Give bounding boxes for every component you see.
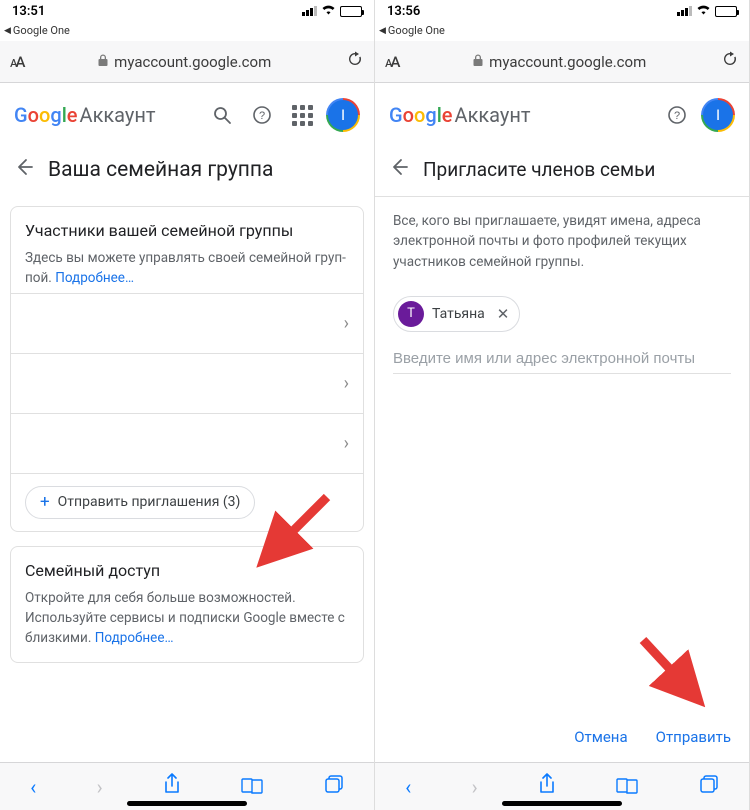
phone-right: 13:56 ◀ Google One ᴀA myaccount.google.c… xyxy=(375,0,750,810)
back-button[interactable] xyxy=(389,157,409,182)
nav-back-icon[interactable]: ‹ xyxy=(30,775,36,799)
status-right xyxy=(302,4,362,19)
tabs-icon[interactable] xyxy=(324,774,344,799)
card-desc: Здесь вы можете управлять своей семейной… xyxy=(25,248,349,289)
send-invitations-button[interactable]: + Отправить приглашения (3) xyxy=(25,486,255,519)
breadcrumb-label: Google One xyxy=(388,24,445,37)
contact-chip: Т Татьяна ✕ xyxy=(393,296,520,332)
plus-icon: + xyxy=(40,494,50,511)
page-title-row: Пригласите членов семьи xyxy=(375,147,749,197)
search-icon[interactable] xyxy=(206,99,238,131)
url-bar: ᴀA myaccount.google.com xyxy=(375,41,749,83)
reload-icon[interactable] xyxy=(721,50,739,73)
card-head: Семейный доступ Откройте для себя больше… xyxy=(11,547,363,663)
contact-name: Татьяна xyxy=(432,306,485,322)
chevron-right-icon: › xyxy=(344,313,349,334)
send-button[interactable]: Отправить xyxy=(656,728,731,746)
signal-icon xyxy=(677,6,692,16)
invite-body: Все, кого вы приглашаете, увидят имена, … xyxy=(375,197,749,762)
bookmarks-icon[interactable] xyxy=(241,775,263,799)
member-row[interactable]: › xyxy=(11,353,363,413)
cancel-button[interactable]: Отмена xyxy=(574,728,627,746)
url-display[interactable]: myaccount.google.com xyxy=(33,53,336,71)
status-bar: 13:56 xyxy=(375,0,749,22)
url-bar: ᴀA myaccount.google.com xyxy=(0,41,374,83)
page-title-row: Ваша семейная группа xyxy=(0,147,374,200)
status-time: 13:56 xyxy=(387,4,420,19)
google-header: Google Аккаунт ? I xyxy=(0,83,374,147)
avatar-initial: I xyxy=(328,100,358,130)
invite-row: + Отправить приглашения (3) xyxy=(11,473,363,531)
help-icon[interactable]: ? xyxy=(246,99,278,131)
wifi-icon xyxy=(321,4,336,19)
member-row[interactable]: › xyxy=(11,413,363,473)
dialog-actions: Отмена Отправить xyxy=(574,728,731,746)
logo-suffix: Аккаунт xyxy=(455,103,531,127)
signal-icon xyxy=(302,6,317,16)
status-bar: 13:51 xyxy=(0,0,374,22)
svg-text:?: ? xyxy=(674,110,680,122)
google-header: Google Аккаунт ? I xyxy=(375,83,749,147)
share-icon[interactable] xyxy=(538,773,556,800)
nav-back-icon[interactable]: ‹ xyxy=(405,775,411,799)
google-logo: Google Аккаунт xyxy=(389,103,531,127)
lock-icon xyxy=(98,54,108,69)
card-title: Участники вашей семейной группы xyxy=(25,221,349,240)
lock-icon xyxy=(473,54,483,69)
svg-text:?: ? xyxy=(259,110,265,122)
breadcrumb[interactable]: ◀ Google One xyxy=(375,22,749,41)
battery-icon xyxy=(340,6,362,17)
family-sharing-card: Семейный доступ Откройте для себя больше… xyxy=(10,546,364,664)
chevron-right-icon: › xyxy=(344,433,349,454)
invite-label: Отправить приглашения (3) xyxy=(58,494,241,510)
share-icon[interactable] xyxy=(163,773,181,800)
nav-forward-icon[interactable]: › xyxy=(472,775,478,799)
page-title: Ваша семейная группа xyxy=(48,158,273,182)
back-triangle-icon: ◀ xyxy=(4,26,11,36)
google-logo: Google Аккаунт xyxy=(14,103,156,127)
breadcrumb[interactable]: ◀ Google One xyxy=(0,22,374,41)
phone-left: 13:51 ◀ Google One ᴀA myaccount.google.c… xyxy=(0,0,375,810)
apps-icon[interactable] xyxy=(286,99,318,131)
avatar[interactable]: I xyxy=(326,98,360,132)
nav-forward-icon[interactable]: › xyxy=(97,775,103,799)
card-title: Семейный доступ xyxy=(25,561,349,580)
avatar-initial: I xyxy=(703,100,733,130)
info-text: Все, кого вы приглашаете, увидят имена, … xyxy=(393,211,731,272)
wifi-icon xyxy=(696,4,711,19)
text-size-button[interactable]: ᴀA xyxy=(385,53,398,71)
url-host: myaccount.google.com xyxy=(114,53,271,71)
card-desc: Откройте для себя больше возможностей. И… xyxy=(25,588,349,649)
status-right xyxy=(677,4,737,19)
contact-avatar: Т xyxy=(398,301,424,327)
member-row[interactable]: › xyxy=(11,293,363,353)
home-indicator xyxy=(127,801,247,806)
family-members-card: Участники вашей семейной группы Здесь вы… xyxy=(10,206,364,532)
bookmarks-icon[interactable] xyxy=(616,775,638,799)
breadcrumb-label: Google One xyxy=(13,24,70,37)
remove-contact-icon[interactable]: ✕ xyxy=(497,305,510,323)
back-button[interactable] xyxy=(14,157,34,182)
learn-more-link[interactable]: Подробнее… xyxy=(95,630,174,646)
url-display[interactable]: myaccount.google.com xyxy=(408,53,711,71)
text-size-button[interactable]: ᴀA xyxy=(10,53,23,71)
reload-icon[interactable] xyxy=(346,50,364,73)
email-input[interactable] xyxy=(393,344,731,374)
learn-more-link[interactable]: Подробнее… xyxy=(55,270,134,286)
back-triangle-icon: ◀ xyxy=(379,26,386,36)
battery-icon xyxy=(715,6,737,17)
tabs-icon[interactable] xyxy=(699,774,719,799)
home-indicator xyxy=(502,801,622,806)
logo-suffix: Аккаунт xyxy=(80,103,156,127)
chevron-right-icon: › xyxy=(344,373,349,394)
card-head: Участники вашей семейной группы Здесь вы… xyxy=(11,207,363,293)
page-title: Пригласите членов семьи xyxy=(423,158,655,181)
url-host: myaccount.google.com xyxy=(489,53,646,71)
avatar[interactable]: I xyxy=(701,98,735,132)
status-time: 13:51 xyxy=(12,4,45,19)
help-icon[interactable]: ? xyxy=(661,99,693,131)
